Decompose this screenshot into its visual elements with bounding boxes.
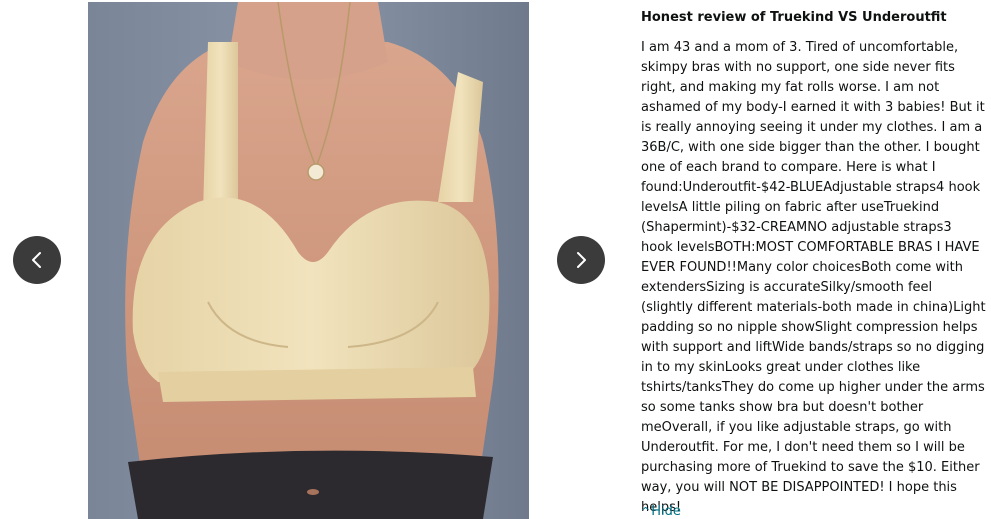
previous-image-button[interactable] — [13, 236, 61, 284]
review-photo — [88, 2, 529, 519]
hide-review-link[interactable]: ^ Hide — [641, 503, 681, 519]
chevron-right-icon — [577, 252, 586, 268]
review-photo-illustration — [88, 2, 529, 519]
review-body: I am 43 and a mom of 3. Tired of uncomfo… — [641, 40, 986, 515]
caret-up-icon: ^ — [641, 505, 651, 518]
chevron-left-icon — [32, 252, 41, 268]
review-image-gallery — [0, 0, 617, 519]
review-title: Honest review of Truekind VS Underoutfit — [641, 10, 947, 25]
hide-link-label: Hide — [651, 504, 681, 519]
review-panel: Honest review of Truekind VS Underoutfit… — [641, 7, 987, 518]
next-image-button[interactable] — [557, 236, 605, 284]
